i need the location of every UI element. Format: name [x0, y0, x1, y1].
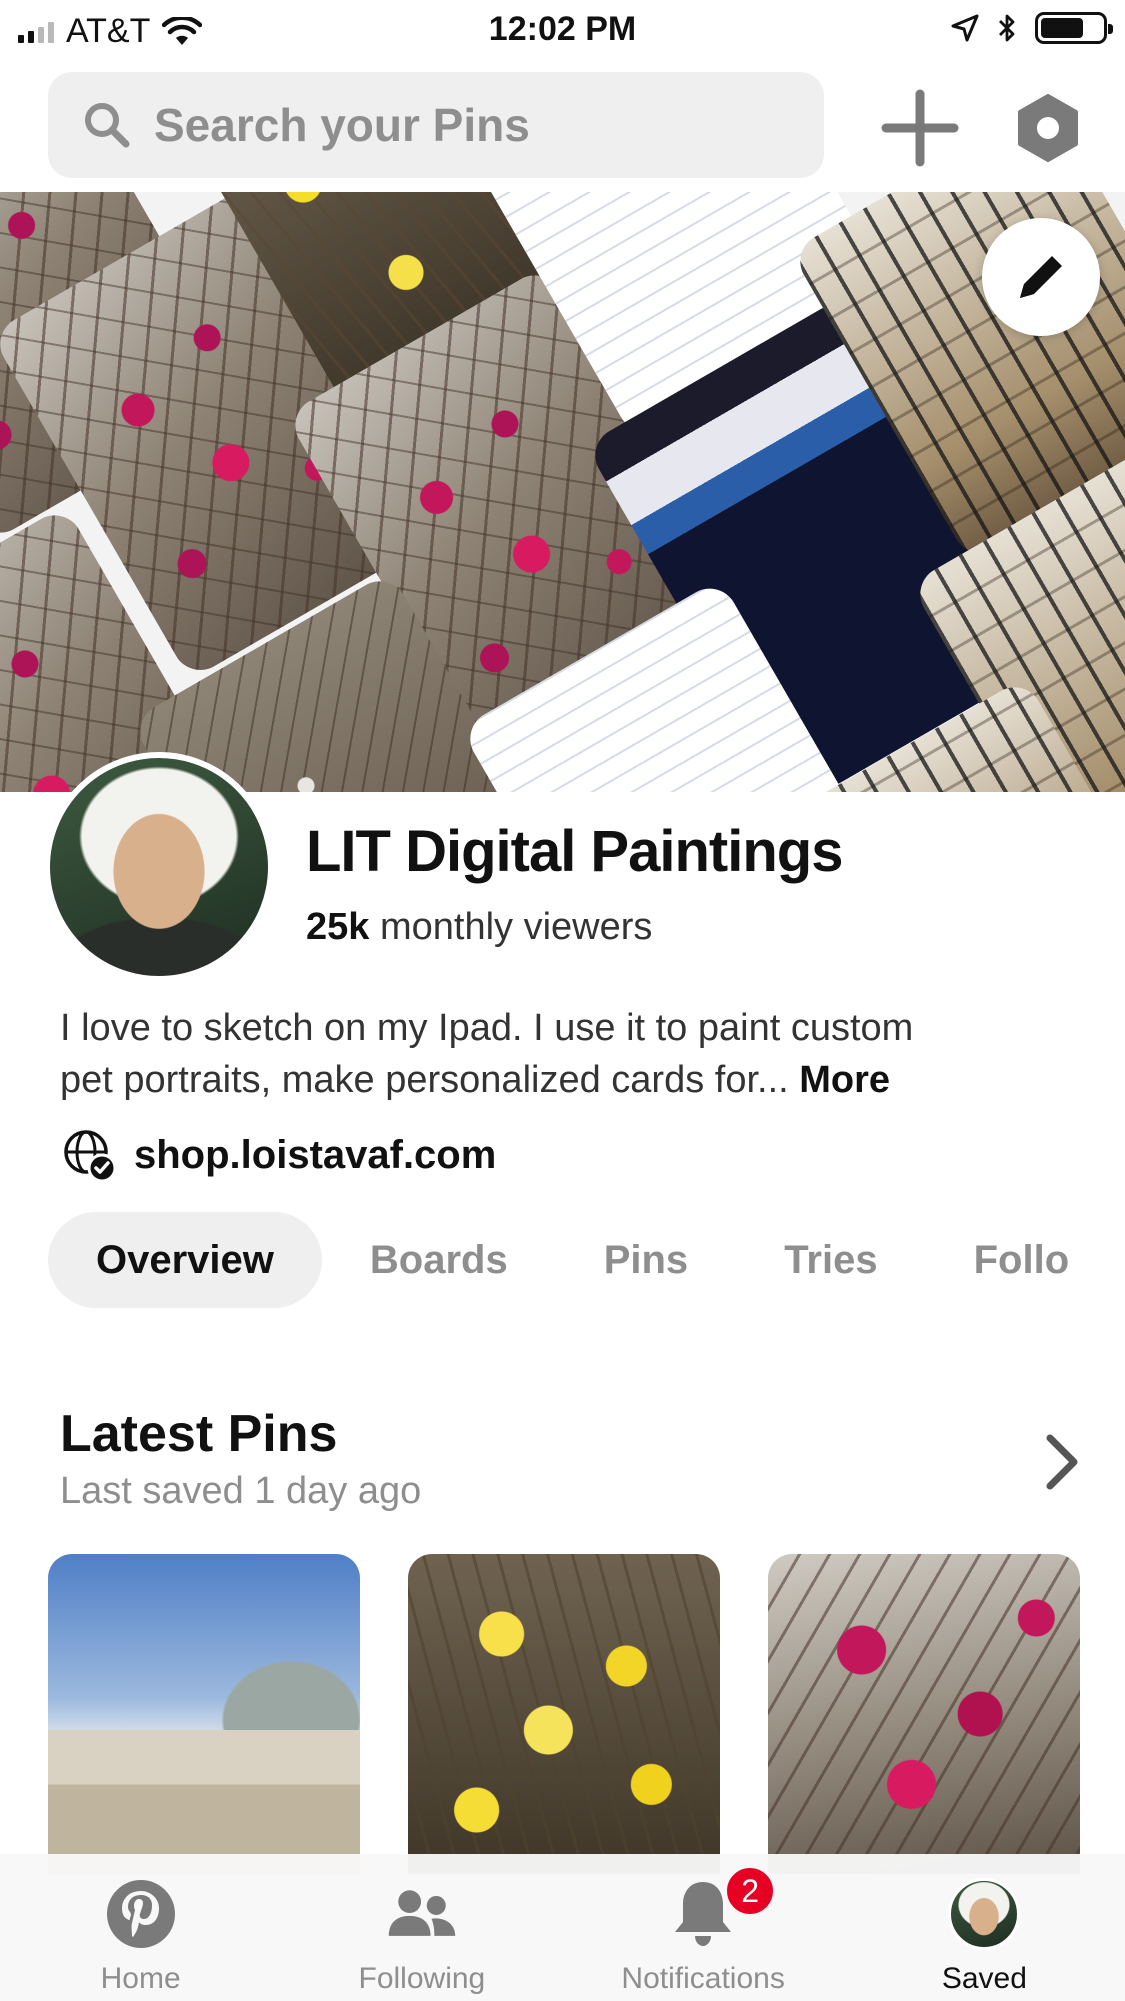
- avatar[interactable]: [44, 752, 274, 982]
- website-link[interactable]: shop.loistavaf.com: [60, 1126, 496, 1184]
- battery-icon: [1035, 12, 1113, 44]
- nav-home[interactable]: Home: [0, 1854, 281, 2001]
- pencil-icon: [1020, 256, 1062, 298]
- latest-pins-title[interactable]: Latest Pins: [60, 1404, 337, 1464]
- search-placeholder: Search your Pins: [154, 99, 530, 151]
- bluetooth-icon: [999, 14, 1015, 42]
- status-right: [951, 12, 1113, 44]
- tab-boards[interactable]: Boards: [322, 1212, 556, 1308]
- website-url: shop.loistavaf.com: [134, 1132, 497, 1177]
- pinterest-logo-icon: [103, 1876, 179, 1952]
- cover-collage[interactable]: [0, 192, 1125, 792]
- search-icon: [85, 103, 130, 148]
- search-input[interactable]: Search your Pins: [48, 72, 824, 178]
- profile-tabs: Overview Boards Pins Tries Follo: [48, 1212, 1117, 1308]
- nav-label: Saved: [941, 1962, 1027, 1995]
- nav-label: Following: [358, 1962, 486, 1995]
- nav-notifications[interactable]: 2 Notifications: [563, 1854, 844, 2001]
- nav-label: Home: [100, 1962, 181, 1995]
- profile-tabs-container: Overview Boards Pins Tries Follo: [0, 1200, 1125, 1320]
- viewers-count: 25k: [306, 906, 370, 948]
- monthly-viewers: 25k monthly viewers: [306, 906, 652, 949]
- latest-pins-subtitle: Last saved 1 day ago: [60, 1470, 422, 1512]
- nav-label: Notifications: [621, 1962, 785, 1995]
- people-icon: [384, 1876, 460, 1952]
- bottom-nav: Home Following 2 Notifications Saved: [0, 1854, 1125, 2001]
- location-arrow-icon: [951, 14, 979, 42]
- notification-badge: 2: [723, 1864, 778, 1918]
- pin-thumbnail[interactable]: [408, 1554, 720, 1874]
- tab-tries[interactable]: Tries: [736, 1212, 925, 1308]
- nav-following[interactable]: Following: [281, 1854, 562, 2001]
- profile-bio: I love to sketch on my Ipad. I use it to…: [60, 1002, 1080, 1106]
- profile-avatar-icon: [946, 1876, 1022, 1952]
- bio-line-2: pet portraits, make personalized cards f…: [60, 1054, 1080, 1106]
- bio-line: I love to sketch on my Ipad. I use it to…: [60, 1007, 914, 1049]
- tab-followers[interactable]: Follo: [926, 1212, 1118, 1308]
- nav-saved[interactable]: Saved: [844, 1854, 1125, 2001]
- verified-globe-icon: [64, 1130, 117, 1183]
- tab-pins[interactable]: Pins: [556, 1212, 736, 1308]
- status-bar: AT&T 12:02 PM: [0, 0, 1125, 60]
- tab-overview[interactable]: Overview: [48, 1212, 322, 1308]
- settings-hexagon-icon[interactable]: [1012, 92, 1084, 164]
- plus-icon[interactable]: [880, 88, 960, 168]
- bio-line: pet portraits, make personalized cards f…: [60, 1059, 789, 1101]
- pin-thumbnail[interactable]: [48, 1554, 360, 1874]
- viewers-label: monthly viewers: [379, 906, 653, 948]
- bio-more-link[interactable]: More: [799, 1059, 890, 1101]
- profile-name: LIT Digital Paintings: [306, 819, 843, 884]
- chevron-right-icon[interactable]: [1040, 1430, 1084, 1494]
- nav-avatar: [948, 1878, 1021, 1950]
- pin-thumbnail[interactable]: [768, 1554, 1080, 1874]
- edit-cover-button[interactable]: [982, 218, 1100, 336]
